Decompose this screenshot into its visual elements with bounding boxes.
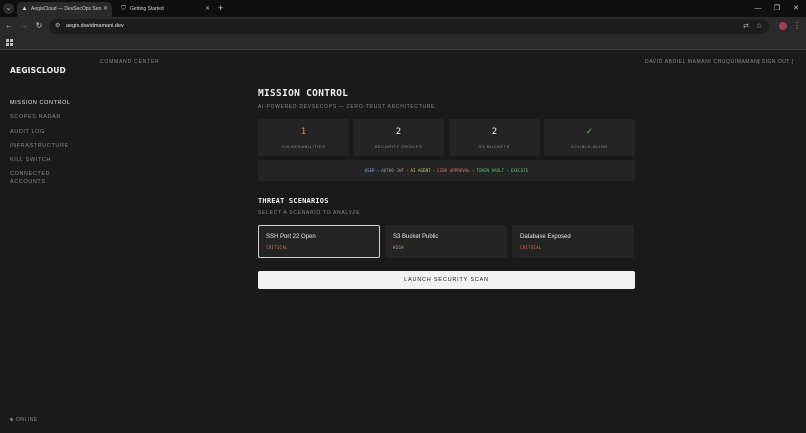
breadcrumb: COMMAND CENTER [100, 59, 160, 65]
close-window-icon[interactable]: ✕ [787, 0, 805, 17]
sign-out-button[interactable]: [ SIGN OUT ] [758, 59, 794, 65]
restore-icon[interactable]: ❐ [768, 0, 786, 17]
aegis-favicon-icon: ▲ [21, 6, 28, 12]
flow-step: TOKEN VAULT [476, 168, 505, 173]
sidebar-item-mission-control[interactable]: MISSION CONTROL [10, 100, 85, 114]
site-info-icon[interactable]: ⚙ [55, 22, 63, 30]
auth-flow-pipeline: USER → AUTH0 JWT → AI AGENT → CIBA APPROVAL → TO… [258, 160, 635, 181]
tab-title: Getting Started [130, 6, 164, 12]
translate-icon[interactable]: ⇄ [743, 22, 749, 31]
stat-label: SECURITY GROUPS [374, 144, 423, 149]
browser-tab-getting-started[interactable]: ⛉ Getting Started ✕ [116, 2, 214, 17]
browser-toolbar: ← → ↻ ⚙ aegis.davidmamani.dev ⇄ ☆ ⋮ [0, 17, 806, 36]
new-tab-icon[interactable]: + [218, 2, 223, 15]
flow-step: CIBA APPROVAL [437, 168, 470, 173]
back-icon[interactable]: ← [3, 20, 15, 32]
scenario-card-s3[interactable]: S3 Bucket Public HIGH [385, 225, 507, 258]
bookmark-star-icon[interactable]: ☆ [756, 22, 762, 31]
stat-label: S3 BUCKETS [479, 144, 510, 149]
scenario-name: S3 Bucket Public [393, 234, 439, 240]
scenario-name: Database Exposed [520, 234, 571, 240]
app-root: AEGISCLOUD MISSION CONTROL SCOPES RADAR … [0, 51, 806, 433]
status-dot-icon [10, 418, 13, 422]
stats-row: 1 VULNERABILITIES 2 SECURITY GROUPS 2 S3… [258, 119, 635, 156]
url-text: aegis.davidmamani.dev [66, 23, 124, 29]
threats-title: THREAT SCENARIOS [258, 197, 329, 205]
severity-badge: CRITICAL [520, 245, 542, 250]
stat-value: 2 [491, 127, 498, 137]
arrow-icon: → [471, 168, 475, 173]
page-subtitle: AI-POWERED DEVSECOPS — ZERO-TRUST ARCHIT… [258, 104, 436, 110]
stat-value: 2 [395, 127, 402, 137]
sidebar-item-kill-switch[interactable]: KILL SWITCH [10, 157, 85, 171]
severity-badge: HIGH [393, 245, 404, 250]
sidebar-item-audit-log[interactable]: AUDIT LOG [10, 129, 85, 143]
brand-logo[interactable]: AEGISCLOUD [10, 66, 66, 75]
browser-tab-strip: ⌄ ▲ AegisCloud — DevSecOps Sen ✕ ⛉ Getti… [0, 0, 806, 17]
page-title: MISSION CONTROL [258, 88, 349, 99]
browser-menu-icon[interactable]: ⋮ [793, 21, 801, 31]
user-name: DAVID ABDIEL MAMANI CHUQUIMAMANI [645, 59, 761, 65]
browser-tab-aegiscloud[interactable]: ▲ AegisCloud — DevSecOps Sen ✕ [17, 2, 112, 17]
bookmarks-bar [0, 36, 806, 50]
stat-card-security-groups: 2 SECURITY GROUPS [353, 119, 444, 156]
arrow-icon: → [405, 168, 409, 173]
sidebar-item-scopes-radar[interactable]: SCOPES RADAR [10, 114, 85, 128]
arrow-icon: → [376, 168, 380, 173]
stat-card-double-blind: ✓ DOUBLE-BLIND [544, 119, 635, 156]
minimize-icon[interactable]: — [749, 0, 767, 17]
scenario-card-database[interactable]: Database Exposed CRITICAL [512, 225, 634, 258]
arrow-icon: → [432, 168, 436, 173]
status-indicator: ONLINE [10, 417, 38, 423]
sidebar-nav: MISSION CONTROL SCOPES RADAR AUDIT LOG I… [10, 100, 85, 186]
close-tab-icon[interactable]: ✕ [205, 2, 210, 17]
tab-search-icon[interactable]: ⌄ [3, 3, 14, 14]
flow-step: AUTH0 JWT [381, 168, 404, 173]
close-tab-icon[interactable]: ✕ [103, 2, 108, 17]
forward-icon[interactable]: → [18, 20, 30, 32]
address-bar[interactable]: ⚙ aegis.davidmamani.dev ⇄ ☆ [49, 19, 769, 34]
threats-subtitle: SELECT A SCENARIO TO ANALYZE [258, 210, 361, 216]
checkmark-icon: ✓ [585, 127, 594, 137]
arrow-icon: → [506, 168, 509, 173]
stat-value: 1 [300, 127, 307, 137]
flow-step: EXECUTE [510, 168, 529, 173]
reload-icon[interactable]: ↻ [33, 20, 45, 32]
launch-scan-button[interactable]: LAUNCH SECURITY SCAN [258, 271, 635, 289]
flow-step: USER [364, 168, 375, 173]
stat-card-vulnerabilities: 1 VULNERABILITIES [258, 119, 349, 156]
flow-step: AI AGENT [410, 168, 431, 173]
severity-badge: CRITICAL [266, 245, 288, 250]
scenario-name: SSH Port 22 Open [266, 234, 316, 240]
apps-grid-icon[interactable] [6, 39, 13, 46]
tab-title: AegisCloud — DevSecOps Sen [31, 6, 102, 12]
stat-label: DOUBLE-BLIND [571, 144, 608, 149]
profile-avatar[interactable] [779, 22, 787, 30]
shield-favicon-icon: ⛉ [121, 6, 126, 12]
scenario-card-ssh[interactable]: SSH Port 22 Open CRITICAL [258, 225, 380, 258]
status-text: ONLINE [16, 417, 38, 423]
sidebar-item-infrastructure[interactable]: INFRASTRUCTURE [10, 143, 85, 157]
stat-card-s3-buckets: 2 S3 BUCKETS [449, 119, 540, 156]
sidebar-item-connected-accounts[interactable]: CONNECTED ACCOUNTS [10, 171, 52, 185]
stat-label: VULNERABILITIES [281, 144, 326, 149]
